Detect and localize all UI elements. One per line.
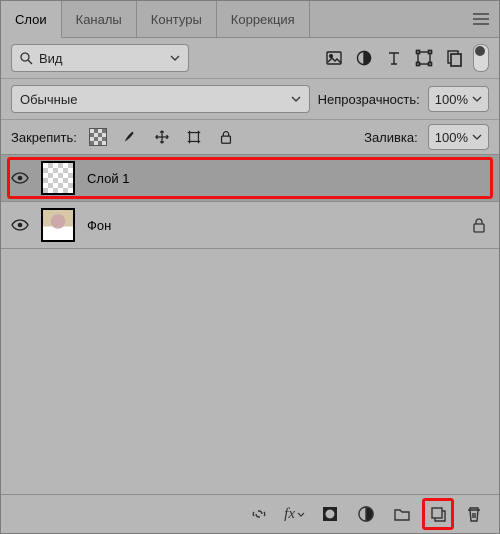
visibility-toggle[interactable] [11,219,29,231]
tab-layers[interactable]: Слои [1,1,62,38]
tab-channels[interactable]: Каналы [62,1,137,37]
tab-label: Контуры [151,12,202,27]
fill-label: Заливка: [364,130,418,145]
chevron-down-icon [472,96,482,102]
new-layer-button[interactable] [427,503,449,525]
layer-row[interactable]: Фон [1,202,499,249]
checker-icon [89,128,107,146]
opacity-field[interactable]: 100% [428,86,489,112]
filter-pixel-icon[interactable] [323,47,345,69]
fill-field[interactable]: 100% [428,124,489,150]
chevron-down-icon [170,55,180,61]
lock-artboard-button[interactable] [183,126,205,148]
new-adjustment-button[interactable] [355,503,377,525]
lock-row: Закрепить: Заливка: 100% [1,120,499,155]
opacity-value: 100% [435,92,468,107]
tab-label: Слои [15,12,47,27]
layer-thumbnail[interactable] [41,208,75,242]
tab-adjustments[interactable]: Коррекция [217,1,310,37]
tab-label: Каналы [76,12,122,27]
layer-name[interactable]: Слой 1 [87,171,129,186]
highlight-annotation [7,157,493,199]
blend-mode-dropdown[interactable]: Обычные [11,85,310,113]
tab-label: Коррекция [231,12,295,27]
blend-mode-value: Обычные [20,92,77,107]
filter-row: Вид [1,38,499,78]
chevron-down-icon [472,134,482,140]
add-mask-button[interactable] [319,503,341,525]
layers-list: Слой 1 Фон [1,155,499,249]
layer-name[interactable]: Фон [87,218,111,233]
layer-row[interactable]: Слой 1 [1,155,499,202]
opacity-label: Непрозрачность: [318,92,420,107]
link-layers-button[interactable] [248,503,270,525]
lock-all-button[interactable] [215,126,237,148]
delete-layer-button[interactable] [463,503,485,525]
filter-adjust-icon[interactable] [353,47,375,69]
panel-menu-button[interactable] [463,1,499,37]
filter-type-icon[interactable] [383,47,405,69]
filter-toggle[interactable] [473,44,489,72]
layers-footer: fx [1,494,499,533]
lock-transparency-button[interactable] [87,126,109,148]
visibility-toggle[interactable] [11,172,29,184]
lock-label: Закрепить: [11,130,77,145]
lock-paint-button[interactable] [119,126,141,148]
blend-row: Обычные Непрозрачность: 100% [1,78,499,120]
layer-kind-label: Вид [39,51,63,66]
search-icon [20,52,33,65]
fill-value: 100% [435,130,468,145]
chevron-down-icon [291,96,301,102]
layer-kind-dropdown[interactable]: Вид [11,44,189,72]
layer-style-button[interactable]: fx [284,506,305,523]
panel-tabs: Слои Каналы Контуры Коррекция [1,1,499,38]
filter-shape-icon[interactable] [413,47,435,69]
tab-paths[interactable]: Контуры [137,1,217,37]
lock-icon [469,217,489,233]
layer-thumbnail[interactable] [41,161,75,195]
lock-position-button[interactable] [151,126,173,148]
new-group-button[interactable] [391,503,413,525]
filter-smart-icon[interactable] [443,47,465,69]
